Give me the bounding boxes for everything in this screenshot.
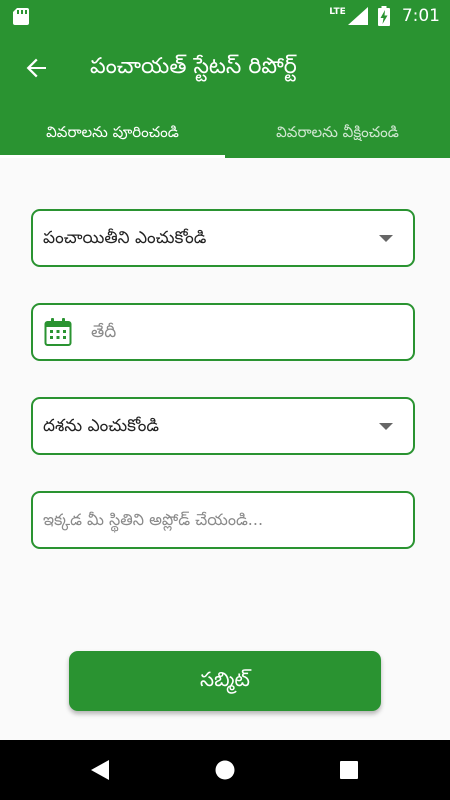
panchayat-dropdown-value: పంచాయితీని ఎంచుకోండి [43, 228, 207, 248]
stage-dropdown-value: దశను ఎంచుకోండి [43, 416, 159, 436]
status-bar: LTE 7:01 [0, 0, 450, 32]
app-bar: పంచాయత్ స్టేటస్ రిపోర్ట్ వివరాలను పూరించ… [0, 32, 450, 158]
tab-fill-details[interactable]: వివరాలను పూరించండి [0, 110, 225, 158]
submit-button-label: సబ్మిట్ [200, 666, 250, 691]
tab-view-details[interactable]: వివరాలను వీక్షించండి [225, 110, 450, 158]
tab-bar: వివరాలను పూరించండి వివరాలను వీక్షించండి [0, 110, 450, 158]
network-type: LTE [329, 7, 346, 17]
stage-dropdown[interactable]: దశను ఎంచుకోండి [31, 397, 415, 455]
tab-label: వివరాలను పూరించండి [46, 123, 179, 141]
screen: LTE 7:01 పంచాయత్ స్టేటస్ రిపోర్ట్ వివరాల… [0, 0, 450, 800]
clock: 7:01 [401, 6, 440, 26]
navigation-bar [0, 740, 450, 800]
dropdown-arrow-icon [379, 235, 393, 242]
date-field[interactable]: తేదీ [31, 303, 415, 361]
status-upload-placeholder: ఇక్కడ మీ స్థితిని అప్లోడ్ చేయండి... [43, 510, 264, 529]
status-icons: LTE 7:01 [329, 4, 440, 28]
arrow-back-icon[interactable] [20, 52, 52, 84]
nav-recent-apps-icon[interactable] [340, 761, 358, 779]
nav-home-icon[interactable] [215, 760, 235, 780]
signal-icon [347, 7, 368, 25]
nav-back-icon[interactable] [90, 759, 110, 781]
date-field-placeholder: తేదీ [91, 322, 117, 342]
panchayat-dropdown[interactable]: పంచాయితీని ఎంచుకోండి [31, 209, 415, 267]
status-upload-input[interactable]: ఇక్కడ మీ స్థితిని అప్లోడ్ చేయండి... [31, 491, 415, 549]
calendar-icon [44, 318, 72, 346]
dropdown-arrow-icon [379, 423, 393, 430]
submit-button[interactable]: సబ్మిట్ [69, 651, 381, 711]
battery-charging-icon [377, 6, 390, 26]
sd-card-icon [13, 8, 29, 25]
page-title: పంచాయత్ స్టేటస్ రిపోర్ట్ [90, 54, 297, 79]
tab-label: వివరాలను వీక్షించండి [276, 123, 399, 141]
